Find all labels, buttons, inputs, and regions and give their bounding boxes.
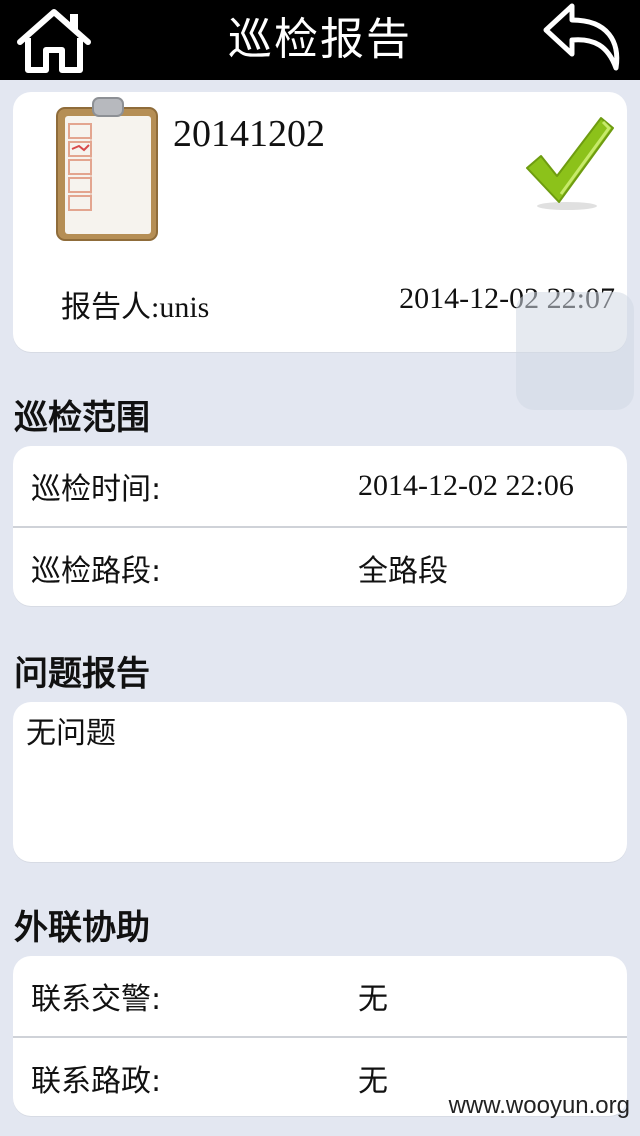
clipboard-icon xyxy=(53,94,163,244)
scope-card: 巡检时间: 2014-12-02 22:06 巡检路段: 全路段 xyxy=(13,446,627,606)
problem-card: 无问题 xyxy=(13,702,627,862)
row-value: 无 xyxy=(358,1064,388,1099)
row-value: 2014-12-02 22:06 xyxy=(358,469,574,502)
back-button[interactable] xyxy=(542,2,626,74)
scope-row-time[interactable]: 巡检时间: 2014-12-02 22:06 xyxy=(13,446,627,526)
row-label: 巡检路段: xyxy=(31,554,162,589)
back-arrow-icon xyxy=(543,3,620,71)
reporter-label: 报告人:unis xyxy=(61,291,210,324)
section-title-scope: 巡检范围 xyxy=(14,398,150,438)
scope-row-section[interactable]: 巡检路段: 全路段 xyxy=(13,528,627,608)
watermark: www.wooyun.org xyxy=(448,1092,630,1119)
row-value: 无 xyxy=(358,982,388,1017)
row-value: 全路段 xyxy=(358,554,448,589)
row-label: 巡检时间: xyxy=(31,472,162,507)
checkmark-icon xyxy=(523,112,615,212)
row-label: 联系交警: xyxy=(31,982,162,1017)
row-label: 联系路政: xyxy=(31,1064,162,1099)
overlay-shadow xyxy=(516,292,634,410)
section-title-problem: 问题报告 xyxy=(14,654,150,694)
top-bar: 巡检报告 xyxy=(0,0,640,80)
problem-text: 无问题 xyxy=(26,716,116,751)
assist-row-police[interactable]: 联系交警: 无 xyxy=(13,956,627,1036)
report-id: 20141202 xyxy=(173,113,325,155)
section-title-assist: 外联协助 xyxy=(14,908,150,948)
